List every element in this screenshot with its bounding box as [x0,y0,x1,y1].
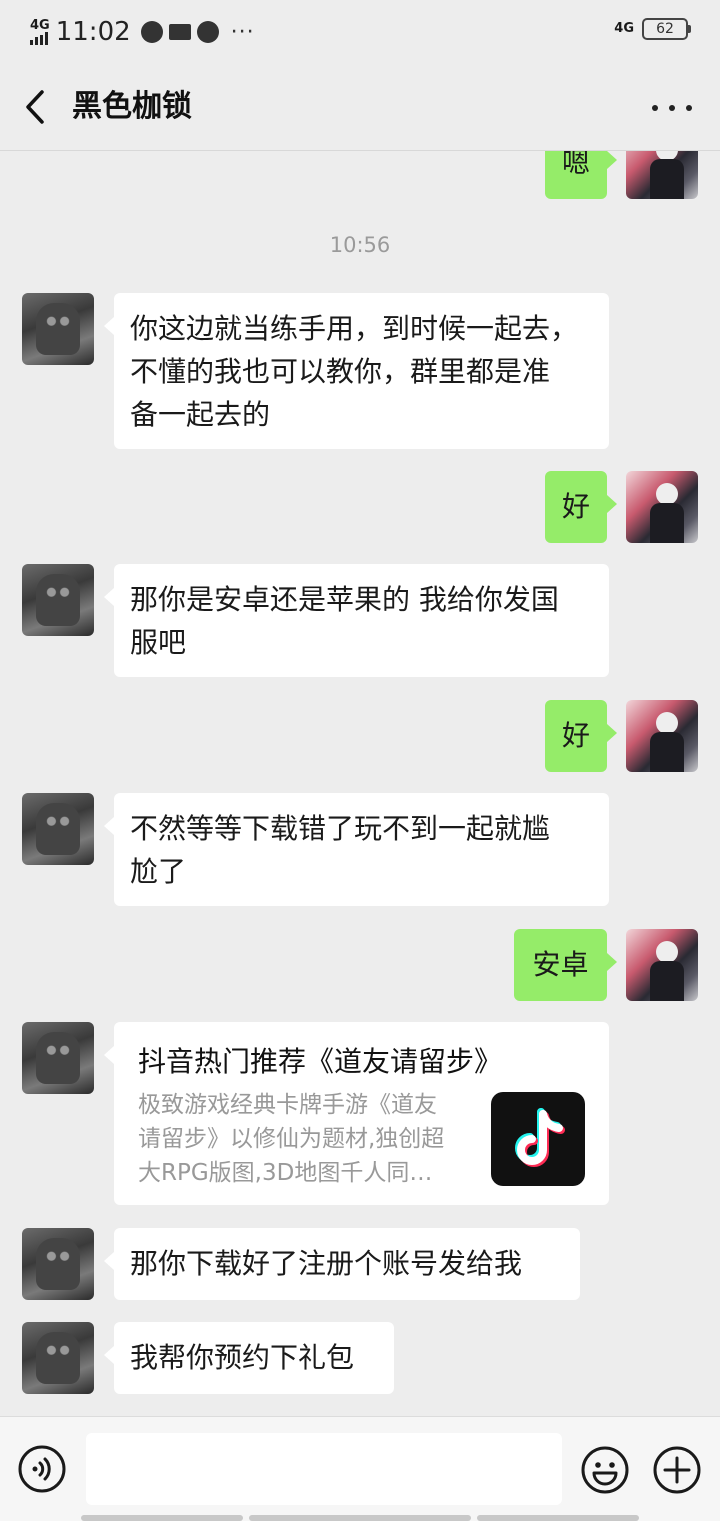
mobile-data-indicator: 4G [614,21,634,36]
mail-icon [168,24,191,40]
contact-avatar[interactable] [22,1228,94,1300]
voice-input-button[interactable] [18,1445,66,1493]
my-avatar[interactable] [626,929,698,1001]
message-text: 好 [561,490,590,523]
message-timestamp: 10:56 [329,233,391,257]
message-bubble[interactable]: 那你下载好了注册个账号发给我 [104,1228,580,1300]
message-list[interactable]: 嗯 10:56 你这边就当练手用，到时候一起去， 不懂的我也可以教你，群里都是准… [0,151,720,1415]
gesture-bar [0,1515,720,1521]
plus-icon [653,1446,701,1494]
signal-indicator: 4G [30,19,50,45]
title-bar: 黑色枷锁 [0,64,720,151]
message-line: 服吧 [130,626,187,659]
my-avatar[interactable] [626,151,698,199]
my-avatar[interactable] [626,700,698,772]
contact-avatar[interactable] [22,793,94,865]
input-bar [0,1416,720,1521]
contact-avatar[interactable] [22,293,94,365]
contact-avatar[interactable] [22,1022,94,1094]
contact-avatar[interactable] [22,1322,94,1394]
message-bubble[interactable]: 不然等等下载错了玩不到一起就尴 尬了 [104,793,609,906]
link-card-title: 抖音热门推荐《道友请留步》 [138,1045,503,1078]
emoji-icon [581,1446,629,1494]
message-text: 嗯 [561,151,590,179]
my-avatar[interactable] [626,471,698,543]
message-row: 嗯 [0,151,720,199]
status-bar: 4G 11:02 ··· 4G 62 [0,0,720,64]
back-button[interactable] [18,86,54,128]
message-line: 不然等等下载错了玩不到一起就尴 [130,812,551,845]
dot-icon [669,105,675,111]
message-line: 那你是安卓还是苹果的 我给你发国 [130,583,559,616]
chat-title: 黑色枷锁 [72,89,192,124]
more-notifications-icon: ··· [230,19,255,45]
message-text: 安卓 [532,948,589,981]
link-card-desc-line: 极致游戏经典卡牌手游《道友 [138,1092,437,1118]
link-card-desc-line: 大RPG版图,3D地图千人同… [138,1160,433,1186]
message-line: 你这边就当练手用，到时候一起去， [130,312,579,345]
message-line: 备一起去的 [130,398,271,431]
link-card-desc-line: 请留步》以修仙为题材,独创超 [138,1126,445,1152]
battery-icon: 62 [642,18,691,40]
message-text: 我帮你预约下礼包 [130,1341,355,1374]
message-bubble[interactable]: 好 [545,471,617,543]
message-line: 不懂的我也可以教你，群里都是准 [130,355,551,388]
tiktok-icon [491,1092,585,1186]
status-time: 11:02 [55,17,131,47]
message-input[interactable] [86,1433,562,1505]
voice-icon [18,1445,66,1493]
contact-avatar[interactable] [22,564,94,636]
message-bubble[interactable]: 安卓 [514,929,617,1001]
network-type-label: 4G [30,18,50,33]
message-bubble[interactable]: 嗯 [545,151,617,199]
emoji-button[interactable] [580,1445,630,1495]
message-bubble[interactable]: 我帮你预约下礼包 [104,1322,394,1394]
message-text: 那你下载好了注册个账号发给我 [130,1247,523,1280]
more-options-button[interactable] [652,88,692,128]
link-card[interactable]: 抖音热门推荐《道友请留步》 极致游戏经典卡牌手游《道友 请留步》以修仙为题材,独… [104,1022,609,1205]
dot-icon [686,105,692,111]
more-functions-button[interactable] [652,1445,702,1495]
chevron-left-icon [26,90,44,124]
message-bubble[interactable]: 你这边就当练手用，到时候一起去， 不懂的我也可以教你，群里都是准 备一起去的 [104,293,609,449]
link-card-description: 极致游戏经典卡牌手游《道友 请留步》以修仙为题材,独创超 大RPG版图,3D地图… [138,1088,473,1190]
message-bubble[interactable]: 那你是安卓还是苹果的 我给你发国 服吧 [104,564,609,677]
message-text: 好 [561,719,590,752]
app-notification-icon [140,21,163,43]
signal-bars-icon [30,32,48,45]
message-bubble[interactable]: 好 [545,700,617,772]
message-line: 尬了 [130,855,187,888]
browser-notification-icon [196,21,219,43]
dot-icon [652,105,658,111]
